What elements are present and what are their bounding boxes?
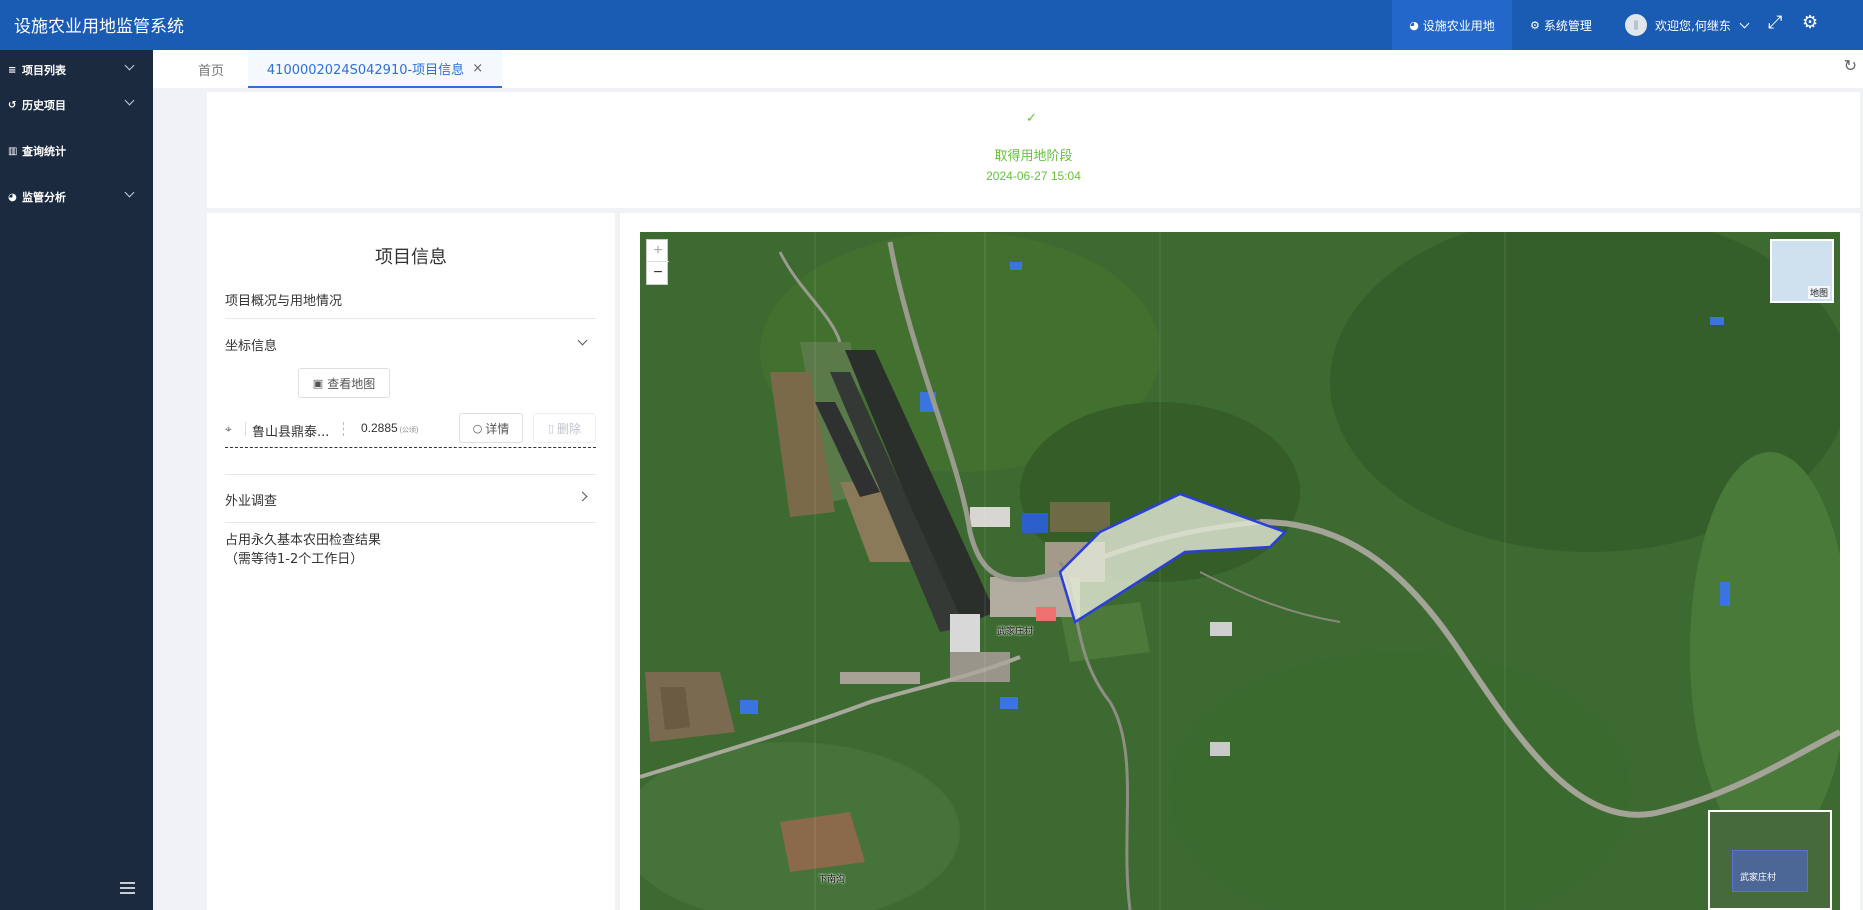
sidebar-item-label: 项目列表 [22,64,66,77]
sidebar-item-label: 查询统计 [22,145,66,158]
overview-label: 项目概况与用地情况 [225,294,343,309]
list-icon: ≡ [8,64,17,76]
layer-label: 地图 [1807,286,1830,299]
overview-row[interactable]: 项目概况与用地情况 [225,290,596,309]
image-icon: ▣ [312,376,324,390]
refresh-icon[interactable]: ↻ [1844,56,1857,76]
chevron-down-icon [124,60,135,71]
sidebar-item-query-stats[interactable]: ▥ 查询统计 [0,139,153,163]
sidebar-item-label: 监管分析 [22,191,66,204]
fullscreen-icon[interactable]: ⤢ [1768,12,1782,33]
detail-button[interactable]: ○ 详情 [459,413,523,443]
zoom-in-button[interactable]: + [647,240,669,262]
farmland-check-row: 占用永久基本农田检查结果 （需等待1-2个工作日） [225,531,596,569]
farmland-check-note: （需等待1-2个工作日） [225,552,364,567]
nav-facility-land-label: 设施农业用地 [1422,18,1495,33]
area-value: 0.2885 [361,421,398,435]
view-map-label: 查看地图 [327,376,376,391]
coord-name: 鲁山县鼎泰... [252,425,330,440]
search-icon: ○ [472,421,483,435]
avatar [1625,14,1647,36]
zoom-control: + − [646,239,669,285]
stage-card: ✓ 取得用地阶段 2024-06-27 15:04 [207,92,1860,208]
dashed-separator [343,422,344,436]
field-survey-label: 外业调查 [225,494,278,509]
stage-name: 取得用地阶段 [994,149,1073,164]
nav-facility-land[interactable]: ◕ 设施农业用地 [1392,0,1512,50]
top-bar: 设施农业用地监管系统 ◕ 设施农业用地 ⚙ 系统管理 欢迎您,何继东 ⤢ ⚙ [0,0,1863,50]
settings-icon[interactable]: ⚙ [1802,12,1818,33]
project-info-panel: 项目信息 项目概况与用地情况 坐标信息 ▣ 查看地图 ⌖ 鲁山县鼎泰... 0.… [207,213,615,910]
satellite-map[interactable]: + − 地图 武家庄村 下南沟 武家庄村 [640,232,1840,910]
app-title: 设施农业用地监管系统 [14,17,184,37]
tab-home[interactable]: 首页 [198,50,224,88]
welcome-text: 欢迎您,何继东 [1655,18,1731,33]
farmland-check-title: 占用永久基本农田检查结果 [225,533,382,548]
village-label: 武家庄村 [997,626,1034,636]
delete-label: 删除 [557,421,582,436]
chevron-down-icon [1739,18,1750,28]
view-map-button[interactable]: ▣ 查看地图 [298,368,390,398]
chevron-right-icon [577,491,588,502]
tab-project-info-label: 4100002024S042910-项目信息 [266,62,465,78]
detail-label: 详情 [485,421,510,436]
area-unit: (公顷) [399,427,419,434]
check-icon: ✓ [1026,110,1037,125]
page-title: 项目信息 [375,247,447,268]
pie-chart-icon: ◕ [1409,18,1419,32]
sidebar-item-project-list[interactable]: ≡ 项目列表 [0,58,153,82]
divider [225,318,596,319]
zoom-out-button[interactable]: − [647,262,669,284]
bar-chart-icon: ▥ [8,145,18,157]
layer-switcher[interactable]: 地图 [1770,239,1834,303]
stage-time: 2024-06-27 15:04 [986,169,1081,183]
field-survey-row[interactable]: 外业调查 [225,490,596,509]
close-icon[interactable]: × [472,61,483,76]
chevron-down-icon [577,335,588,346]
tabs-bar: 首页 4100002024S042910-项目信息 × ↻ [153,50,1863,88]
sidebar-item-monitor-analysis[interactable]: ◕ 监管分析 [0,185,153,209]
gears-icon: ⚙ [1530,18,1540,32]
delete-button[interactable]: ▯ 删除 [533,413,596,443]
village-label-2: 下南沟 [818,874,846,884]
satellite-imagery [640,232,1840,910]
nav-system-manage-label: 系统管理 [1543,18,1592,33]
collapse-menu-icon[interactable] [120,882,135,894]
divider [225,522,596,523]
coords-section-header[interactable]: 坐标信息 [225,335,596,354]
coords-label: 坐标信息 [225,339,278,354]
history-icon: ↺ [8,99,17,111]
sidebar: ≡ 项目列表 ↺ 历史项目 ▥ 查询统计 ◕ 监管分析 [0,50,153,910]
divider [225,474,596,475]
coord-area: 0.2885 (公顷) [361,421,418,435]
pie-chart-icon: ◕ [8,191,17,203]
sidebar-item-history[interactable]: ↺ 历史项目 [0,93,153,117]
trash-icon: ▯ [547,421,555,435]
location-pin-icon: ⌖ [225,422,232,436]
overview-label: 武家庄村 [1740,872,1777,882]
overview-map[interactable]: 武家庄村 [1708,810,1832,910]
separator [245,422,246,436]
chevron-down-icon [124,187,135,198]
map-panel: + − 地图 武家庄村 下南沟 武家庄村 [620,213,1860,910]
chevron-down-icon [124,95,135,106]
nav-system-manage[interactable]: ⚙ 系统管理 [1530,0,1592,50]
sidebar-item-label: 历史项目 [22,99,66,112]
tab-project-info[interactable]: 4100002024S042910-项目信息 × [248,50,502,88]
user-menu[interactable]: 欢迎您,何继东 [1625,0,1750,50]
